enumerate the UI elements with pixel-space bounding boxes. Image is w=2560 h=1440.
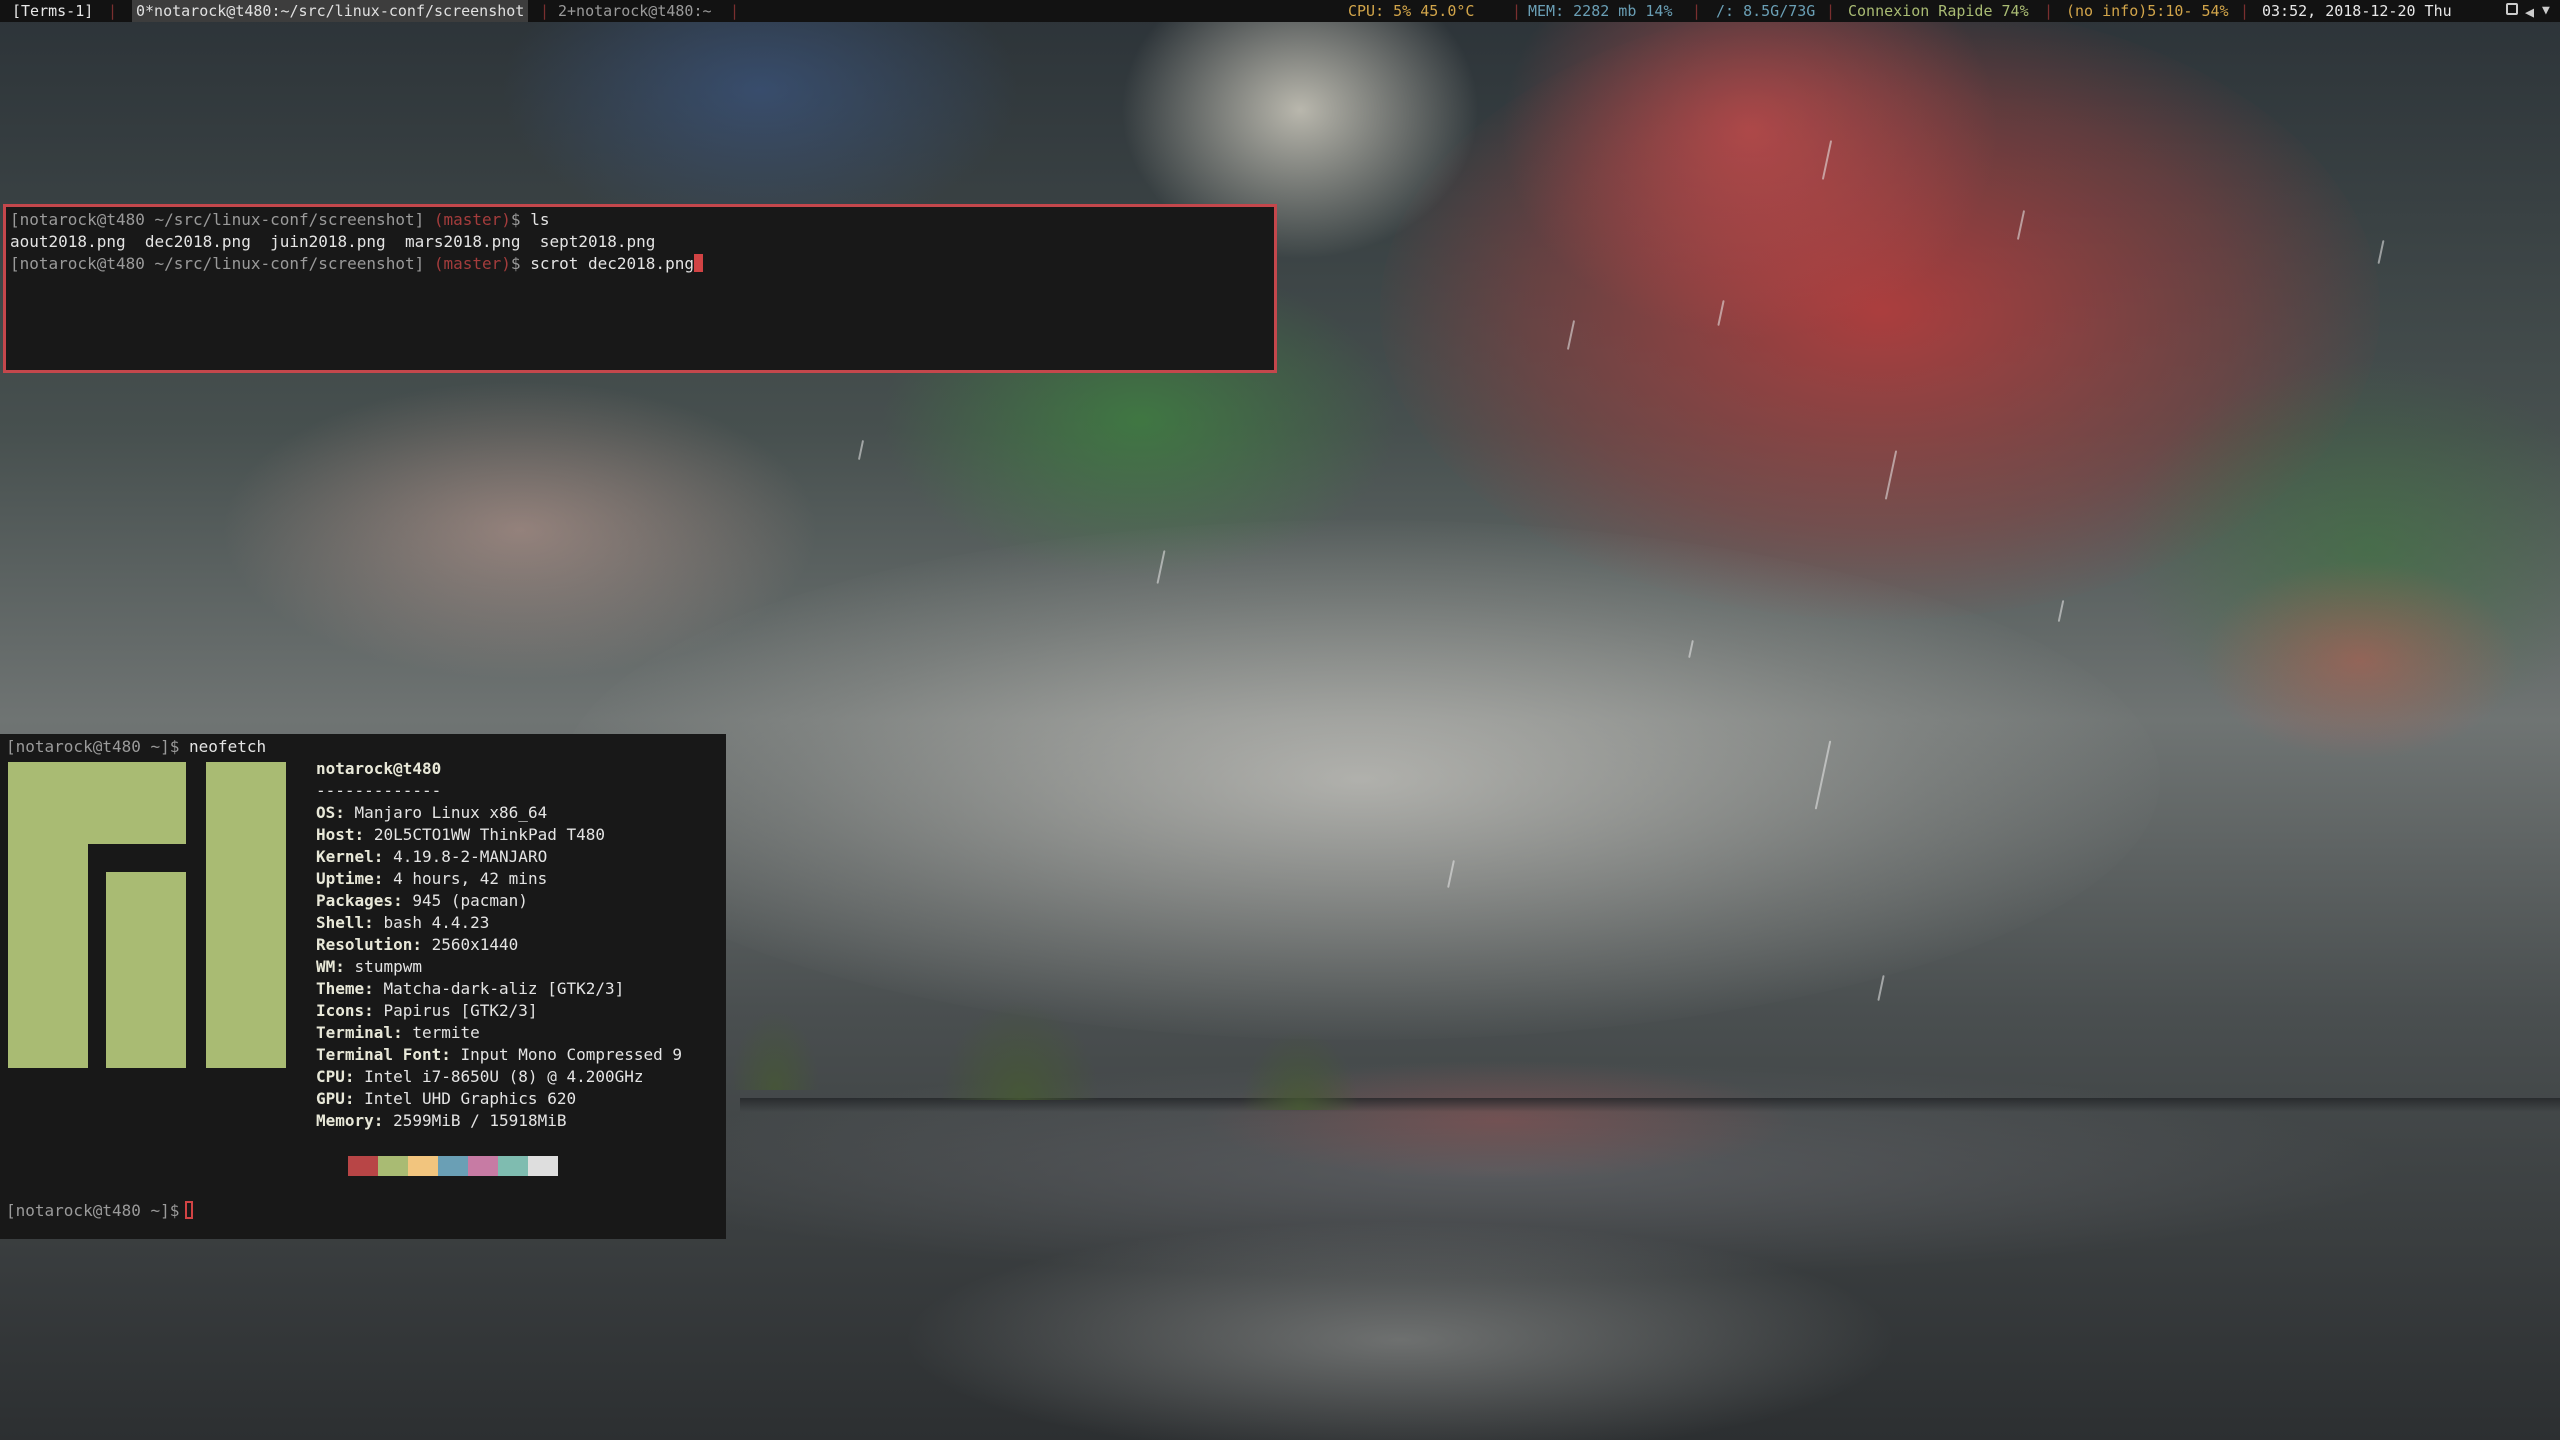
prompt-user: [notarock@t480	[10, 210, 145, 229]
info-row: Resolution: 2560x1440	[316, 935, 519, 954]
workspace-group-label[interactable]: [Terms-1]	[12, 0, 93, 22]
prompt: [notarock@t480 ~]$	[6, 737, 180, 756]
terminal-line: [notarock@t480 ~]$ neofetch	[6, 736, 720, 758]
status-bar: [Terms-1] | 0*notarock@t480:~/src/linux-…	[0, 0, 2560, 22]
prompt-symbol: $	[510, 210, 521, 229]
clock: 03:52, 2018-12-20 Thu	[2262, 2, 2452, 20]
info-row: Icons: Papirus [GTK2/3]	[316, 1001, 538, 1020]
info-row: Shell: bash 4.4.23	[316, 913, 490, 932]
command-text: ls	[530, 210, 550, 229]
info-row: OS: Manjaro Linux x86_64	[316, 803, 548, 822]
bar-separator: |	[2044, 2, 2054, 20]
tray-volume-icon[interactable]: ◀	[2525, 1, 2534, 23]
info-row: Terminal Font: Input Mono Compressed 9	[316, 1045, 683, 1064]
bar-separator: |	[730, 2, 740, 20]
command-text: neofetch	[189, 737, 267, 756]
terminal-window-screenshot[interactable]: [notarock@t480 ~/src/linux-conf/screensh…	[3, 204, 1277, 373]
disk-status: /: 8.5G/73G	[1716, 2, 1816, 20]
memory-status: MEM: 2282 mb 14%	[1528, 2, 1673, 20]
prompt-path: ~/src/linux-conf/screenshot]	[154, 254, 425, 273]
bar-separator: |	[2240, 2, 2250, 20]
user-host: notarock@t480	[316, 759, 442, 778]
prompt: [notarock@t480 ~]$	[6, 1201, 180, 1220]
info-row: WM: stumpwm	[316, 957, 422, 976]
system-info: notarock@t480 ------------- OS: Manjaro …	[316, 758, 682, 1132]
window-tab-inactive[interactable]: 2+notarock@t480:~	[558, 0, 712, 22]
cpu-status: CPU: 5% 45.0°C	[1348, 2, 1475, 20]
git-branch: (master)	[433, 210, 511, 229]
prompt-symbol: $	[510, 254, 521, 273]
color-swatch	[438, 1156, 468, 1176]
info-row: Theme: Matcha-dark-aliz [GTK2/3]	[316, 979, 625, 998]
bar-separator: |	[540, 2, 550, 20]
prompt-path: ~/src/linux-conf/screenshot]	[154, 210, 425, 229]
git-branch: (master)	[433, 254, 511, 273]
terminal-line: [notarock@t480 ~/src/linux-conf/screensh…	[10, 209, 1270, 231]
info-row: Kernel: 4.19.8-2-MANJARO	[316, 847, 548, 866]
tray-monitor-icon[interactable]	[2506, 3, 2518, 15]
info-row: Host: 20L5CTO1WW ThinkPad T480	[316, 825, 605, 844]
window-tab-active[interactable]: 0*notarock@t480:~/src/linux-conf/screens…	[132, 0, 529, 22]
info-row: Terminal: termite	[316, 1023, 480, 1042]
ls-output: aout2018.png dec2018.png juin2018.png ma…	[10, 232, 656, 251]
wifi-status: Connexion Rapide 74%	[1848, 2, 2029, 20]
bar-separator: |	[108, 2, 118, 20]
info-row: Uptime: 4 hours, 42 mins	[316, 869, 548, 888]
info-row: CPU: Intel i7-8650U (8) @ 4.200GHz	[316, 1067, 644, 1086]
command-input[interactable]: scrot dec2018.png	[530, 254, 694, 273]
terminal-window-neofetch[interactable]: [notarock@t480 ~]$ neofetch notarock@t48…	[0, 734, 726, 1239]
prompt-user: [notarock@t480	[10, 254, 145, 273]
color-swatch	[468, 1156, 498, 1176]
bar-separator: |	[1826, 2, 1836, 20]
bar-separator: |	[1692, 2, 1702, 20]
terminal-line: [notarock@t480 ~/src/linux-conf/screensh…	[10, 253, 1270, 275]
info-row: GPU: Intel UHD Graphics 620	[316, 1089, 577, 1108]
color-swatch	[348, 1156, 378, 1176]
color-swatch	[408, 1156, 438, 1176]
color-swatch	[498, 1156, 528, 1176]
info-row: Memory: 2599MiB / 15918MiB	[316, 1111, 567, 1130]
tray-chevron-down-icon[interactable]: ▼	[2542, 0, 2550, 22]
terminal-line: [notarock@t480 ~]$	[6, 1200, 194, 1222]
battery-status: (no info)5:10- 54%	[2066, 2, 2229, 20]
color-swatch	[378, 1156, 408, 1176]
info-separator: -------------	[316, 781, 442, 800]
text-cursor	[693, 254, 703, 272]
info-row: Packages: 945 (pacman)	[316, 891, 528, 910]
text-cursor[interactable]	[185, 1201, 194, 1219]
bar-separator: |	[1512, 2, 1522, 20]
color-swatch	[528, 1156, 558, 1176]
